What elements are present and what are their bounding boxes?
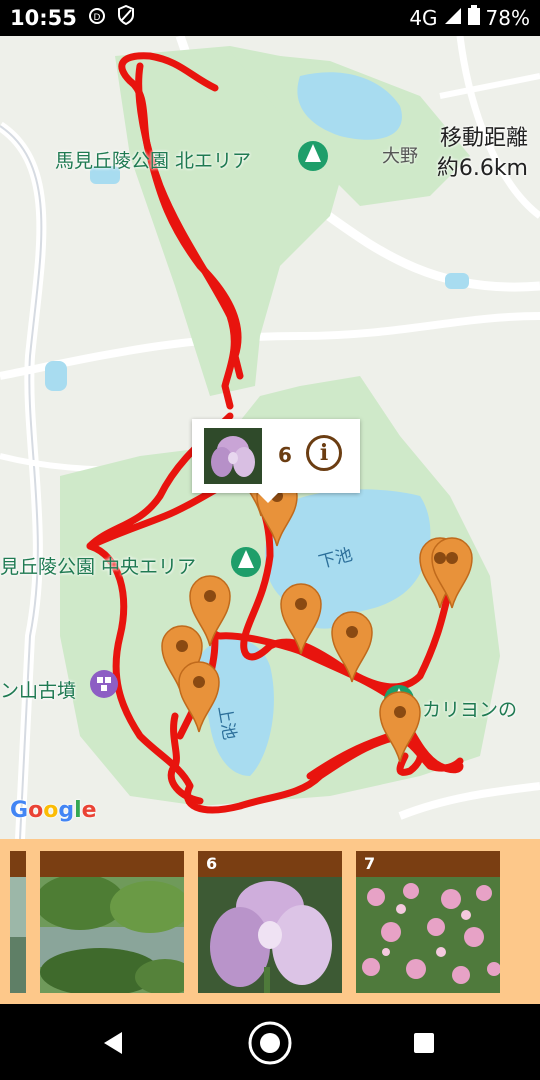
info-icon[interactable]: i [306, 435, 342, 471]
network-type: 4G [409, 5, 438, 30]
photo-card-iris[interactable]: 6 [198, 851, 342, 993]
map-label-carillon: カリヨンの [422, 699, 518, 721]
svg-text:D: D [93, 13, 100, 23]
distance-value: 約6.6km [436, 156, 528, 181]
photo-card-number: 6 [206, 854, 218, 873]
photo-callout[interactable]: 6 i [192, 419, 360, 503]
map-label-tomb: ン山古墳 [0, 680, 77, 702]
map-label-north-area: 馬見丘陵公園 北エリア [55, 150, 252, 172]
map-label-town: 大野 [382, 146, 418, 167]
shield-icon [117, 4, 135, 30]
photo-card-partial[interactable] [10, 851, 26, 993]
data-saver-icon: D [87, 6, 107, 30]
map-label-central-area: 見丘陵公園 中央エリア [0, 556, 197, 578]
callout-photo-number: 6 [278, 443, 292, 467]
photo-card-number: 7 [364, 854, 376, 873]
battery-icon [467, 5, 480, 30]
back-icon[interactable] [100, 1030, 126, 1060]
signal-icon [444, 6, 462, 30]
recents-icon[interactable] [413, 1032, 435, 1058]
navigation-bar [0, 1004, 540, 1080]
battery-level: 78% [485, 5, 530, 30]
status-time: 10:55 [10, 5, 77, 30]
distance-title: 移動距離 [439, 126, 528, 151]
photo-card-pink-flowers[interactable]: 7 [356, 851, 500, 993]
status-bar: 10:55 D 4G 78% [0, 0, 540, 36]
photo-card-pond-trees[interactable] [40, 851, 184, 993]
distance-display: 移動距離 約6.6km [437, 124, 528, 184]
map-view[interactable]: 馬見丘陵公園 北エリア 大野 見丘陵公園 中央エリア ン山古墳 カリヨンの 下池… [0, 36, 540, 839]
callout-thumbnail-iris-photo[interactable] [204, 428, 262, 484]
home-icon[interactable] [247, 1020, 293, 1070]
google-logo: Google [10, 798, 97, 823]
photo-strip[interactable]: 6 7 [0, 839, 540, 1004]
